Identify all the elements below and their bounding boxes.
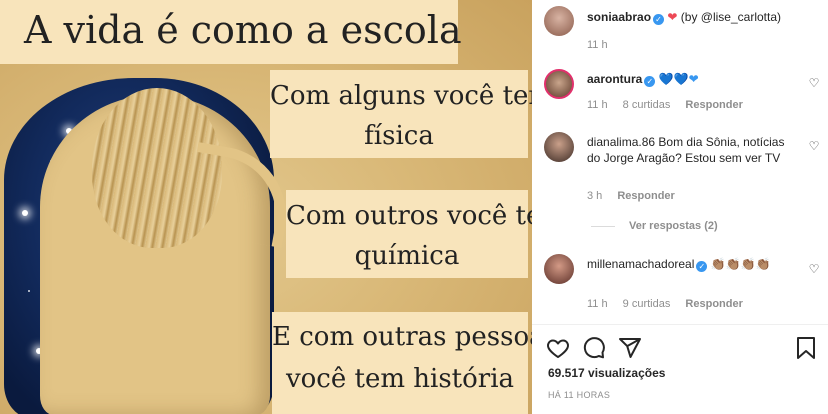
post-timestamp[interactable]: HÁ 11 HORAS xyxy=(548,390,610,400)
comment-meta: 11 h xyxy=(587,39,620,51)
comment-time[interactable]: 11 h xyxy=(587,99,608,111)
heart-outline-icon[interactable] xyxy=(546,336,570,360)
like-comment-heart-icon[interactable]: ♡ xyxy=(808,140,820,152)
heart-emojis: 💙💙❤ xyxy=(658,72,699,86)
comment-text: millenamachadoreal ✓ 👏🏽👏🏽👏🏽👏🏽 xyxy=(587,256,792,272)
comment-text: aarontura ✓ 💙💙❤ xyxy=(587,71,792,87)
comment-meta: 3 h Responder xyxy=(587,190,687,202)
star xyxy=(28,290,30,292)
replies-line xyxy=(591,225,615,227)
comments-panel: soniaabrao ✓ ❤ (by @lise_carlotta) 11 h a… xyxy=(532,0,828,414)
image-text-box-2: Com outros você tem química xyxy=(286,190,532,278)
like-comment-heart-icon[interactable]: ♡ xyxy=(808,263,820,275)
post-image[interactable]: A vida é como a escola Com alguns você t… xyxy=(0,0,532,414)
comment-time[interactable]: 3 h xyxy=(587,190,602,202)
like-comment-heart-icon[interactable]: ♡ xyxy=(808,77,820,89)
image-text-line: física xyxy=(364,121,434,151)
clap-emojis: 👏🏽👏🏽👏🏽👏🏽 xyxy=(710,257,771,271)
verified-badge-icon: ✓ xyxy=(696,261,708,272)
comment-time[interactable]: 11 h xyxy=(587,298,608,310)
image-text-line: E com outras pessoas xyxy=(272,322,532,352)
comment-content: (by @lise_carlotta) xyxy=(680,10,781,24)
star xyxy=(22,210,28,216)
comment-text: dianalima.86 Bom dia Sônia, notícias do … xyxy=(587,134,792,166)
image-title: A vida é como a escola xyxy=(0,0,462,64)
image-text-line: Com outros você tem xyxy=(286,201,532,231)
view-replies-button[interactable]: Ver respostas (2) xyxy=(591,220,718,232)
comment-item: dianalima.86 Bom dia Sônia, notícias do … xyxy=(544,132,820,232)
verified-badge-icon: ✓ xyxy=(644,76,656,87)
comment-meta: 11 h 8 curtidas Responder xyxy=(587,99,755,111)
reply-button[interactable]: Responder xyxy=(685,99,742,111)
share-icon[interactable] xyxy=(618,336,642,360)
comment-item: millenamachadoreal ✓ 👏🏽👏🏽👏🏽👏🏽 11 h 9 curt… xyxy=(544,254,820,314)
bookmark-icon[interactable] xyxy=(794,336,818,360)
comment-meta: 11 h 9 curtidas Responder xyxy=(587,298,755,310)
comment-time[interactable]: 11 h xyxy=(587,39,608,51)
view-replies-label: Ver respostas (2) xyxy=(629,220,718,232)
username[interactable]: millenamachadoreal xyxy=(587,257,694,271)
comment-likes[interactable]: 8 curtidas xyxy=(623,99,671,111)
image-text-box-3: E com outras pessoas você tem história xyxy=(272,312,532,414)
image-text-box-1: Com alguns você tem física xyxy=(270,70,532,158)
comment-item: aarontura ✓ 💙💙❤ 11 h 8 curtidas Responder… xyxy=(544,68,820,116)
comment-likes[interactable]: 9 curtidas xyxy=(623,298,671,310)
avatar[interactable] xyxy=(544,132,574,162)
username[interactable]: aarontura xyxy=(587,72,642,86)
comment-text: soniaabrao ✓ ❤ (by @lise_carlotta) xyxy=(587,9,820,25)
reply-button[interactable]: Responder xyxy=(617,190,674,202)
username[interactable]: soniaabrao xyxy=(587,10,651,24)
avatar[interactable] xyxy=(544,69,574,99)
comment-icon[interactable] xyxy=(582,336,606,360)
avatar[interactable] xyxy=(544,6,574,36)
username[interactable]: dianalima.86 xyxy=(587,135,655,149)
views-count[interactable]: 69.517 visualizações xyxy=(548,366,665,380)
comment-item: soniaabrao ✓ ❤ (by @lise_carlotta) 11 h xyxy=(544,6,820,54)
action-bar xyxy=(546,336,816,362)
divider xyxy=(532,324,828,325)
image-text-line: química xyxy=(354,241,460,271)
reply-button[interactable]: Responder xyxy=(685,298,742,310)
image-text-line: Com alguns você tem xyxy=(270,81,532,111)
image-text-line: você tem história xyxy=(285,364,515,394)
avatar[interactable] xyxy=(544,254,574,284)
heart-emoji: ❤ xyxy=(667,10,678,24)
verified-badge-icon: ✓ xyxy=(653,14,665,25)
